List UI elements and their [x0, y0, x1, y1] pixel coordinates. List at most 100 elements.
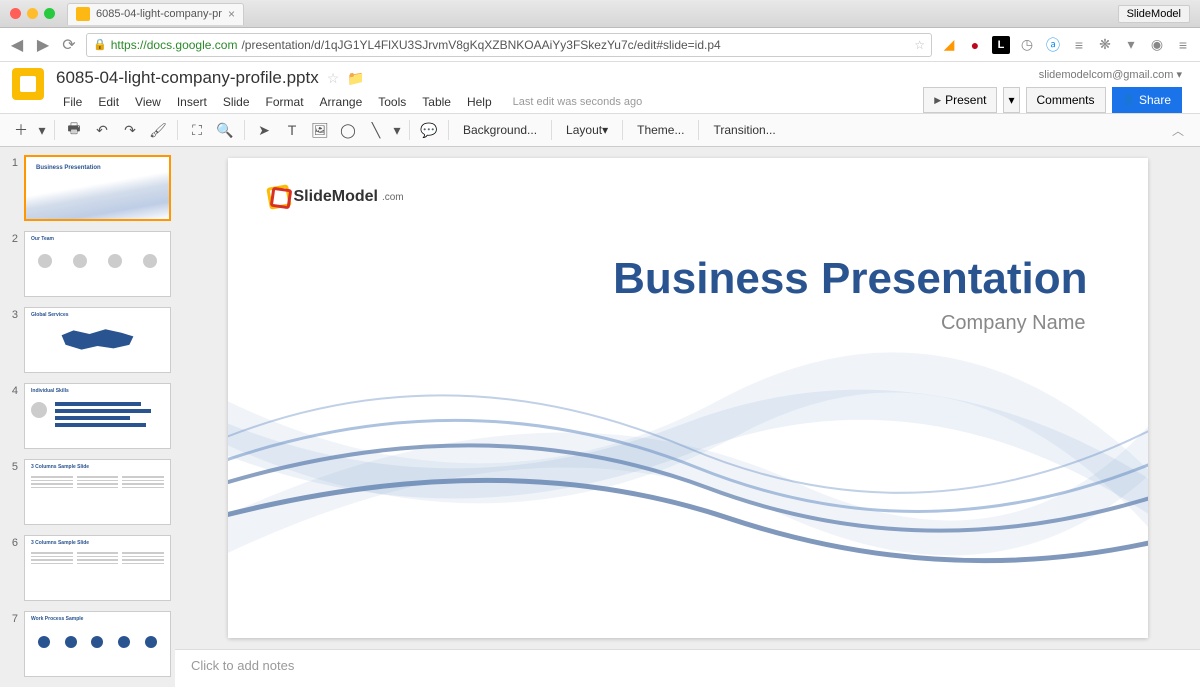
redo-icon[interactable]: ↷	[117, 117, 143, 143]
thumb-title: 3 Columns Sample Slide	[31, 464, 89, 470]
menu-insert[interactable]: Insert	[170, 92, 214, 112]
thumb-number: 4	[4, 383, 18, 449]
window-controls	[10, 8, 55, 19]
slide-title[interactable]: Business Presentation	[613, 254, 1087, 304]
move-to-folder-icon[interactable]: 📁	[347, 70, 364, 87]
canvas-scroll[interactable]: SlideModel.com Business Presentation Com…	[175, 147, 1200, 649]
slidemodel-logo-text: SlideModel	[294, 188, 378, 206]
new-slide-icon[interactable]: ＋	[8, 117, 34, 143]
select-tool-icon[interactable]: ➤	[251, 117, 277, 143]
separator	[409, 120, 410, 140]
slidemodel-extension-button[interactable]: SlideModel	[1118, 5, 1190, 23]
present-dropdown-icon[interactable]: ▾	[1003, 87, 1019, 113]
thumb-row[interactable]: 3 Global Services	[4, 307, 171, 373]
star-document-icon[interactable]: ☆	[327, 70, 340, 87]
buffer-ext-icon[interactable]: ≡	[1070, 36, 1088, 54]
slide-canvas[interactable]: SlideModel.com Business Presentation Com…	[228, 158, 1148, 638]
menu-arrange[interactable]: Arrange	[313, 92, 370, 112]
ghost-ext-icon[interactable]: ◉	[1148, 36, 1166, 54]
thumb-number: 7	[4, 611, 18, 677]
reload-button-icon[interactable]: ⟳	[60, 36, 78, 54]
thumb-row[interactable]: 6 3 Columns Sample Slide	[4, 535, 171, 601]
google-slides-logo-icon[interactable]	[12, 68, 44, 100]
a-ext-icon[interactable]: ⓐ	[1044, 36, 1062, 54]
thumb-row[interactable]: 1 Business Presentation	[4, 155, 171, 221]
thumb-slide-2[interactable]: Our Team	[24, 231, 171, 297]
shape-tool-icon[interactable]: ◯	[335, 117, 361, 143]
close-window-icon[interactable]	[10, 8, 21, 19]
transition-button[interactable]: Transition...	[705, 117, 783, 143]
menu-format[interactable]: Format	[259, 92, 311, 112]
thumb-slide-1[interactable]: Business Presentation	[24, 155, 171, 221]
print-icon[interactable]: 🖶	[61, 117, 87, 143]
present-button[interactable]: Present	[923, 87, 997, 113]
zoom-fit-icon[interactable]: ⛶	[184, 117, 210, 143]
tab-close-icon[interactable]: ×	[228, 7, 235, 21]
pocket-ext-icon[interactable]: ▾	[1122, 36, 1140, 54]
new-slide-dropdown-icon[interactable]: ▾	[36, 117, 48, 143]
line-dropdown-icon[interactable]: ▾	[391, 117, 403, 143]
share-button[interactable]: Share	[1112, 87, 1182, 113]
layout-button[interactable]: Layout ▾	[558, 117, 616, 143]
slide-subtitle[interactable]: Company Name	[941, 312, 1086, 335]
menu-slide[interactable]: Slide	[216, 92, 257, 112]
comments-button[interactable]: Comments	[1026, 87, 1106, 113]
menu-table[interactable]: Table	[415, 92, 458, 112]
pinterest-ext-icon[interactable]: ●	[966, 36, 984, 54]
thumb-row[interactable]: 4 Individual Skills	[4, 383, 171, 449]
thumb-row[interactable]: 2 Our Team	[4, 231, 171, 297]
document-title[interactable]: 6085-04-light-company-profile.pptx	[56, 68, 319, 88]
url-path: /presentation/d/1qJG1YL4FlXU3SJrvmV8gKqX…	[241, 38, 720, 52]
analytics-ext-icon[interactable]: ◢	[940, 36, 958, 54]
extension-icons: ◢ ● L ◷ ⓐ ≡ ❋ ▾ ◉ ≡	[940, 36, 1192, 54]
thumb-row[interactable]: 5 3 Columns Sample Slide	[4, 459, 171, 525]
thumb-title: Global Services	[31, 312, 69, 318]
bookmark-star-icon[interactable]: ☆	[914, 38, 925, 52]
back-button-icon[interactable]: ◀	[8, 36, 26, 54]
thumb-slide-6[interactable]: 3 Columns Sample Slide	[24, 535, 171, 601]
toolbar: ＋ ▾ 🖶 ↶ ↷ 🖌 ⛶ 🔍 ➤ T 🖼 ◯ ╲ ▾ 💬 Background…	[0, 113, 1200, 147]
comment-tool-icon[interactable]: 💬	[416, 117, 442, 143]
thumb-number: 3	[4, 307, 18, 373]
image-tool-icon[interactable]: 🖼	[307, 117, 333, 143]
speed-ext-icon[interactable]: ◷	[1018, 36, 1036, 54]
workspace: 1 Business Presentation 2 Our Team 3 Glo…	[0, 147, 1200, 687]
url-host: https://docs.google.com	[111, 38, 238, 52]
browser-tab[interactable]: 6085-04-light-company-pr ×	[67, 3, 244, 25]
menu-view[interactable]: View	[128, 92, 168, 112]
canvas-area: SlideModel.com Business Presentation Com…	[175, 147, 1200, 687]
menu-edit[interactable]: Edit	[91, 92, 126, 112]
address-bar[interactable]: 🔒 https://docs.google.com/presentation/d…	[86, 33, 932, 57]
background-button[interactable]: Background...	[455, 117, 545, 143]
slide-thumbnail-panel[interactable]: 1 Business Presentation 2 Our Team 3 Glo…	[0, 147, 175, 687]
thumb-title: 3 Columns Sample Slide	[31, 540, 89, 546]
menu-tools[interactable]: Tools	[371, 92, 413, 112]
textbox-tool-icon[interactable]: T	[279, 117, 305, 143]
theme-button[interactable]: Theme...	[629, 117, 692, 143]
l-ext-icon[interactable]: L	[992, 36, 1010, 54]
separator	[244, 120, 245, 140]
slidemodel-logo: SlideModel.com	[268, 186, 404, 208]
thumb-row[interactable]: 7 Work Process Sample	[4, 611, 171, 677]
address-bar-row: ◀ ▶ ⟳ 🔒 https://docs.google.com/presenta…	[0, 28, 1200, 62]
thumb-slide-5[interactable]: 3 Columns Sample Slide	[24, 459, 171, 525]
thumb-slide-4[interactable]: Individual Skills	[24, 383, 171, 449]
maximize-window-icon[interactable]	[44, 8, 55, 19]
evernote-ext-icon[interactable]: ❋	[1096, 36, 1114, 54]
speaker-notes-input[interactable]: Click to add notes	[175, 649, 1200, 687]
zoom-icon[interactable]: 🔍	[212, 117, 238, 143]
collapse-toolbar-icon[interactable]: ︿	[1164, 122, 1192, 139]
menu-icon[interactable]: ≡	[1174, 36, 1192, 54]
paint-format-icon[interactable]: 🖌	[145, 117, 171, 143]
undo-icon[interactable]: ↶	[89, 117, 115, 143]
line-tool-icon[interactable]: ╲	[363, 117, 389, 143]
menu-file[interactable]: File	[56, 92, 89, 112]
thumb-title: Business Presentation	[36, 165, 101, 171]
menu-help[interactable]: Help	[460, 92, 499, 112]
thumb-slide-3[interactable]: Global Services	[24, 307, 171, 373]
forward-button-icon[interactable]: ▶	[34, 36, 52, 54]
minimize-window-icon[interactable]	[27, 8, 38, 19]
user-email-menu[interactable]: slidemodelcom@gmail.com	[1039, 68, 1182, 81]
menu-bar: File Edit View Insert Slide Format Arran…	[56, 92, 923, 112]
thumb-slide-7[interactable]: Work Process Sample	[24, 611, 171, 677]
